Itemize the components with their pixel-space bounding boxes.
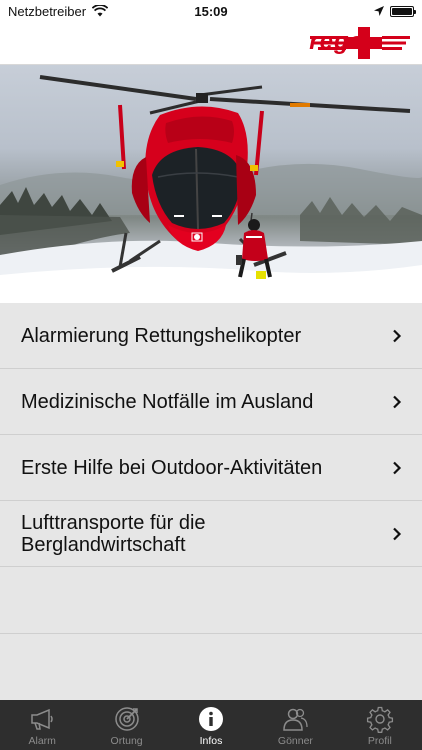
chevron-right-icon xyxy=(393,395,402,408)
list-item-label: Medizinische Notfälle im Ausland xyxy=(21,390,314,413)
wifi-icon xyxy=(92,5,109,17)
list-item-notfaelle-ausland[interactable]: Medizinische Notfälle im Ausland xyxy=(0,369,422,435)
tab-goenner[interactable]: Gönner xyxy=(253,700,337,750)
status-left: Netzbetreiber xyxy=(8,3,109,19)
tab-label: Ortung xyxy=(110,735,143,747)
tab-label: Gönner xyxy=(277,735,313,747)
chevron-right-icon xyxy=(393,329,402,342)
helicopter-photo xyxy=(0,75,422,303)
list-item-lufttransporte[interactable]: Lufttransporte für die Berglandwirtschaf… xyxy=(0,501,422,567)
location-arrow-icon xyxy=(374,6,384,16)
battery-icon xyxy=(390,5,416,17)
info-list: Alarmierung Rettungshelikopter Medizinis… xyxy=(0,303,422,700)
tab-infos[interactable]: Infos xyxy=(169,700,253,750)
people-icon xyxy=(283,708,309,731)
app-header: rega xyxy=(0,22,422,65)
chevron-right-icon xyxy=(393,527,402,540)
list-divider xyxy=(0,633,422,634)
list-item-label: Erste Hilfe bei Outdoor-Aktivitäten xyxy=(21,456,323,479)
list-item-label: Alarmierung Rettungshelikopter xyxy=(21,324,302,347)
tab-label: Profil xyxy=(367,735,392,747)
tab-bar: Alarm Ortung Infos Gönner Profil xyxy=(0,700,422,750)
list-item-rettungshelikopter[interactable]: Alarmierung Rettungshelikopter xyxy=(0,303,422,369)
tab-alarm[interactable]: Alarm xyxy=(0,700,84,750)
hero-image xyxy=(0,65,422,303)
gear-icon xyxy=(366,706,393,733)
info-icon xyxy=(199,707,224,731)
status-right xyxy=(374,5,416,17)
tab-ortung[interactable]: Ortung xyxy=(84,700,168,750)
list-item-label: Lufttransporte für die Berglandwirtschaf… xyxy=(21,511,206,556)
radar-icon xyxy=(114,707,139,731)
status-bar: Netzbetreiber 15:09 xyxy=(0,0,422,22)
tab-label: Alarm xyxy=(28,735,56,747)
list-item-erste-hilfe[interactable]: Erste Hilfe bei Outdoor-Aktivitäten xyxy=(0,435,422,501)
carrier-label: Netzbetreiber xyxy=(8,3,87,19)
tab-profil[interactable]: Profil xyxy=(338,700,422,750)
chevron-right-icon xyxy=(393,461,402,474)
megaphone-icon xyxy=(31,708,53,730)
logo-wordmark: rega xyxy=(309,28,364,55)
tab-label: Infos xyxy=(199,735,223,747)
app-screen: Netzbetreiber 15:09 rega Alarmierung Ret… xyxy=(0,0,422,750)
